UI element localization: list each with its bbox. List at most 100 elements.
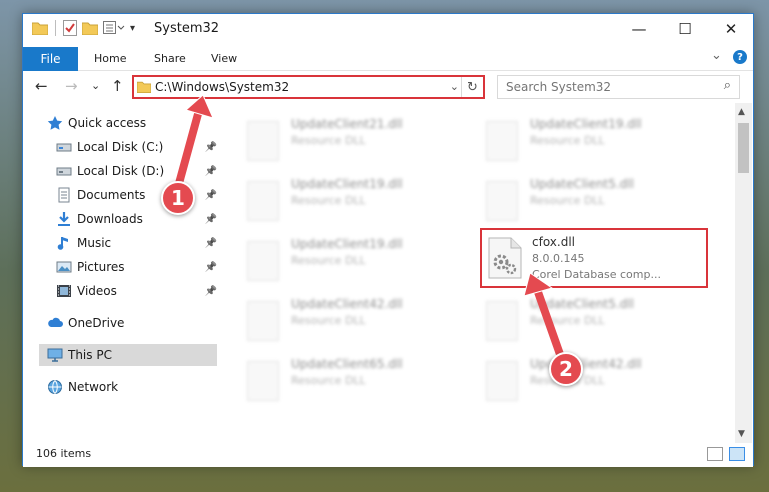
sidebar-item-label: Network — [68, 380, 119, 394]
scroll-down-icon[interactable]: ▼ — [738, 429, 745, 439]
address-path[interactable]: C:\Windows\System32 — [155, 80, 289, 94]
drive-icon — [56, 143, 72, 152]
dll-file-icon — [486, 301, 518, 341]
file-item[interactable]: UpdateClient21.dll Resource DLL — [239, 113, 459, 169]
pin-icon: 📌 — [204, 285, 217, 297]
sidebar-item-network[interactable]: Network — [47, 376, 217, 398]
properties-icon[interactable] — [63, 20, 77, 36]
sidebar-item-label: Videos — [77, 284, 117, 298]
search-icon[interactable]: ⌕ — [724, 78, 731, 93]
sidebar-item-music[interactable]: Music 📌 — [56, 232, 217, 254]
sidebar-item-label: Documents — [77, 188, 146, 202]
file-type: Resource DLL — [291, 194, 366, 207]
dll-file-icon — [486, 181, 518, 221]
dll-file-icon — [486, 121, 518, 161]
step-badge-2: 2 — [549, 352, 583, 386]
sidebar-item-label: This PC — [68, 348, 112, 362]
tab-view[interactable]: View — [211, 52, 237, 65]
details-view-icon[interactable] — [707, 447, 723, 461]
close-button[interactable]: ✕ — [708, 14, 754, 44]
file-name: UpdateClient65.dll — [291, 357, 403, 371]
file-type: Resource DLL — [291, 314, 366, 327]
file-item[interactable]: UpdateClient19.dll Resource DLL — [478, 113, 698, 169]
search-input[interactable] — [498, 76, 708, 98]
address-bar[interactable]: C:\Windows\System32 ⌄ ↻ — [132, 75, 485, 99]
title-bar: ▾ System32 — ☐ ✕ — [23, 14, 753, 44]
file-type: Resource DLL — [291, 254, 366, 267]
file-item[interactable]: UpdateClient5.dll Resource DLL — [478, 173, 698, 229]
folder-icon — [32, 22, 48, 35]
tab-file[interactable]: File — [23, 47, 78, 71]
sidebar-item-local-disk-c[interactable]: Local Disk (C:) 📌 — [56, 136, 217, 158]
scrollbar-thumb[interactable] — [738, 123, 749, 173]
file-item[interactable]: UpdateClient42.dll Resource DLL — [478, 353, 698, 409]
dll-file-icon — [247, 181, 279, 221]
file-item[interactable]: UpdateClient19.dll Resource DLL — [239, 173, 459, 229]
file-name: UpdateClient42.dll — [530, 357, 642, 371]
pin-icon: 📌 — [204, 189, 217, 201]
search-box[interactable]: ⌕ — [497, 75, 740, 99]
new-folder-icon[interactable] — [82, 21, 98, 35]
pictures-icon — [56, 261, 72, 273]
downloads-icon — [58, 212, 70, 226]
sidebar-item-pictures[interactable]: Pictures 📌 — [56, 256, 217, 278]
highlight-box-cfox — [480, 228, 708, 288]
navigation-pane: Quick access Local Disk (C:) 📌 Local Dis… — [23, 107, 217, 437]
address-dropdown-icon[interactable]: ⌄ — [450, 80, 459, 93]
sidebar-item-label: OneDrive — [68, 316, 125, 330]
refresh-button[interactable]: ↻ — [461, 77, 483, 97]
tab-home[interactable]: Home — [94, 52, 126, 65]
file-item[interactable]: UpdateClient65.dll Resource DLL — [239, 353, 459, 409]
file-name: UpdateClient42.dll — [291, 297, 403, 311]
documents-icon — [58, 187, 70, 203]
navigation-bar: ← → ⌄ ↑ C:\Windows\System32 ⌄ ↻ ⌕ — [23, 71, 753, 103]
file-item[interactable]: UpdateClient19.dll Resource DLL — [239, 233, 459, 289]
qat-dropdown-icon[interactable]: ▾ — [130, 23, 135, 34]
file-item[interactable]: UpdateClient5.dll Resource DLL — [478, 293, 698, 349]
file-type: Resource DLL — [291, 374, 366, 387]
dll-file-icon — [247, 121, 279, 161]
sidebar-item-videos[interactable]: Videos 📌 — [56, 280, 217, 302]
file-type: Resource DLL — [530, 134, 605, 147]
network-icon — [48, 380, 62, 394]
pin-icon: 📌 — [204, 141, 217, 153]
sidebar-item-local-disk-d[interactable]: Local Disk (D:) 📌 — [56, 160, 217, 182]
vertical-scrollbar[interactable]: ▲ ▼ — [735, 103, 752, 443]
file-name: UpdateClient19.dll — [291, 177, 403, 191]
up-button[interactable]: ↑ — [111, 76, 124, 96]
sidebar-item-label: Local Disk (D:) — [77, 164, 165, 178]
pin-icon: 📌 — [204, 261, 217, 273]
sidebar-item-downloads[interactable]: Downloads 📌 — [56, 208, 217, 230]
cloud-icon — [48, 317, 63, 327]
scroll-up-icon[interactable]: ▲ — [738, 107, 745, 117]
file-item[interactable]: UpdateClient42.dll Resource DLL — [239, 293, 459, 349]
back-button[interactable]: ← — [35, 76, 48, 96]
sidebar-item-onedrive[interactable]: OneDrive — [47, 312, 217, 334]
sidebar-item-quick-access[interactable]: Quick access — [47, 112, 217, 134]
help-icon[interactable]: ? — [733, 50, 747, 64]
maximize-button[interactable]: ☐ — [662, 14, 708, 44]
music-icon — [57, 237, 68, 250]
step-badge-1: 1 — [161, 181, 195, 215]
large-icons-view-icon[interactable] — [729, 447, 745, 461]
minimize-button[interactable]: — — [616, 14, 662, 44]
file-type: Resource DLL — [530, 194, 605, 207]
forward-button[interactable]: → — [65, 76, 78, 96]
customize-view-icon[interactable] — [103, 21, 125, 35]
status-bar: 106 items — [23, 443, 753, 467]
file-type: Resource DLL — [530, 314, 605, 327]
expand-ribbon-icon[interactable]: ⌄ — [711, 48, 722, 63]
sidebar-item-this-pc[interactable]: This PC — [39, 344, 217, 366]
dll-file-icon — [247, 361, 279, 401]
file-name: UpdateClient5.dll — [530, 297, 634, 311]
ribbon-tabs: File Home Share View ⌄ ? — [23, 44, 753, 71]
file-type: Resource DLL — [291, 134, 366, 147]
dll-file-icon — [247, 241, 279, 281]
tab-share[interactable]: Share — [154, 52, 186, 65]
pin-icon: 📌 — [204, 165, 217, 177]
sidebar-item-label: Music — [77, 236, 112, 250]
recent-locations-button[interactable]: ⌄ — [91, 76, 100, 96]
sidebar-item-label: Quick access — [68, 116, 147, 130]
file-name: UpdateClient5.dll — [530, 177, 634, 191]
sidebar-item-label: Downloads — [77, 212, 143, 226]
